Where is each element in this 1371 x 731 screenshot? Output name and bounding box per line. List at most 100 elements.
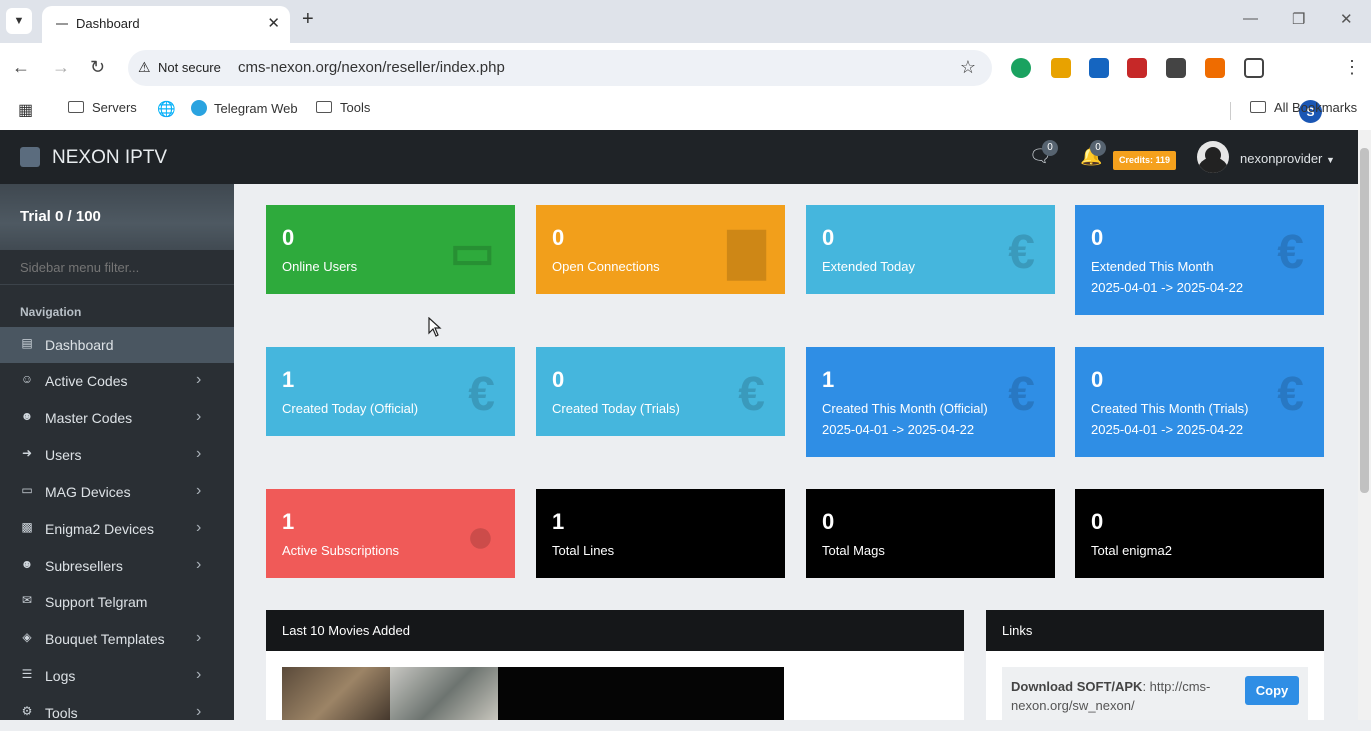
brand-name[interactable]: NEXON IPTV [52, 147, 167, 169]
omnibox[interactable]: ⚠ Not secure cms-nexon.org/nexon/reselle… [128, 50, 992, 86]
movie-poster[interactable] [390, 667, 498, 720]
stat-card-extended-today[interactable]: 0 Extended Today € [806, 205, 1055, 294]
stat-card-total-enigma2[interactable]: 0 Total enigma2 [1075, 489, 1324, 578]
not-secure-label[interactable]: Not secure [158, 60, 221, 75]
user-avatar[interactable] [1197, 141, 1229, 173]
extension-icon[interactable] [1051, 58, 1071, 78]
scrollbar-thumb[interactable] [1360, 148, 1369, 493]
back-icon[interactable]: ← [12, 57, 30, 78]
page-scrollbar[interactable] [1358, 130, 1371, 720]
stat-label-text: Created Today (Trials) [552, 401, 680, 416]
forward-icon[interactable]: → [52, 57, 70, 78]
stat-label-text: Total Mags [822, 543, 885, 558]
sidebar-item-mag-devices[interactable]: ▭ MAG Devices › [0, 474, 234, 510]
mouse-cursor-icon [428, 317, 442, 337]
apps-grid-icon[interactable]: ▦ [18, 100, 33, 120]
sidebar-item-support-telgram[interactable]: ✉ Support Telgram [0, 584, 234, 620]
sidebar-item-tools[interactable]: ⚙ Tools › [0, 695, 234, 731]
navigation-heading: Navigation [20, 305, 82, 319]
reload-icon[interactable]: ↻ [90, 57, 105, 78]
movie-poster[interactable] [282, 667, 390, 720]
sidebar-item-label: Enigma2 Devices [45, 521, 154, 537]
all-bookmarks[interactable]: All Bookmarks [1250, 100, 1357, 115]
stat-value: 1 [822, 367, 835, 392]
telegram-icon [191, 100, 207, 116]
extension-icon[interactable] [1205, 58, 1225, 78]
stat-card-total-lines[interactable]: 1 Total Lines [536, 489, 785, 578]
grammarly-extension-icon[interactable] [1011, 58, 1031, 78]
restore-icon[interactable]: ❐ [1292, 10, 1305, 28]
stat-label: Created Today (Official) [282, 398, 418, 419]
sidebar-item-label: MAG Devices [45, 484, 131, 500]
sidebar-item-enigma2-devices[interactable]: ▩ Enigma2 Devices › [0, 511, 234, 547]
download-label: Download SOFT/APK [1011, 679, 1143, 694]
stat-label: Total enigma2 [1091, 540, 1172, 561]
minimize-icon[interactable]: — [1243, 10, 1258, 27]
puzzle-extensions-icon[interactable] [1244, 58, 1264, 78]
sidebar-item-active-codes[interactable]: ☺ Active Codes › [0, 363, 234, 399]
all-bookmarks-label: All Bookmarks [1274, 100, 1358, 115]
window-close-icon[interactable]: ✕ [1340, 10, 1353, 28]
checkbox-extension-icon[interactable] [1089, 58, 1109, 78]
globe-icon[interactable]: 🌐 [157, 100, 176, 118]
robot-extension-icon[interactable] [1166, 58, 1186, 78]
stat-value: 0 [282, 225, 295, 250]
close-tab-icon[interactable]: ✕ [267, 14, 280, 32]
url-text[interactable]: cms-nexon.org/nexon/reseller/index.php [238, 59, 505, 76]
bookmark-servers[interactable]: Servers [68, 100, 137, 115]
stat-card-created-today-trials[interactable]: 0 Created Today (Trials) € [536, 347, 785, 436]
stat-card-active-subscriptions[interactable]: 1 Active Subscriptions ● [266, 489, 515, 578]
stat-card-created-this-month-trials[interactable]: 0 Created This Month (Trials) 2025-04-01 -… [1075, 347, 1324, 457]
messages-badge: 0 [1042, 140, 1058, 156]
stat-label: Extended Today [822, 256, 915, 277]
trial-counter: Trial 0 / 100 [20, 208, 101, 225]
stat-label: Created This Month (Trials) 2025-04-01 ->… [1091, 398, 1249, 440]
sidebar-item-master-codes[interactable]: ☻ Master Codes › [0, 400, 234, 436]
bookmark-label: Telegram Web [214, 101, 298, 116]
menu-kebab-icon[interactable]: ⋮ [1343, 57, 1361, 78]
folder-icon [68, 101, 84, 113]
stat-value: 0 [1091, 367, 1104, 392]
stat-date-range: 2025-04-01 -> 2025-04-22 [822, 422, 975, 437]
stat-card-extended-this-month[interactable]: 0 Extended This Month 2025-04-01 -> 2025-0… [1075, 205, 1324, 315]
bookmark-star-icon[interactable]: ☆ [960, 57, 976, 78]
bookmark-telegram[interactable]: Telegram Web [191, 100, 298, 116]
copy-button[interactable]: Copy [1245, 676, 1299, 705]
panel-header: Last 10 Movies Added [266, 610, 964, 651]
sidebar-item-subresellers[interactable]: ☻ Subresellers › [0, 548, 234, 584]
stat-value: 0 [1091, 225, 1104, 250]
sidebar-item-users[interactable]: ➜ Users › [0, 437, 234, 473]
sidebar-item-dashboard[interactable]: ▤ Dashboard [0, 327, 234, 363]
stat-label: Total Lines [552, 540, 614, 561]
sidebar-item-label: Dashboard [45, 337, 114, 353]
credits-badge: Credits: 119 [1113, 151, 1177, 170]
tab-dashboard[interactable]: Dashboard ✕ [42, 6, 290, 43]
user-icon: ☺ [20, 372, 34, 386]
extension-icon[interactable] [1127, 58, 1147, 78]
stat-date-range: 2025-04-01 -> 2025-04-22 [1091, 422, 1244, 437]
stat-card-online-users[interactable]: 0 Online Users ▭ [266, 205, 515, 294]
address-bar-row: ← → ↻ ⚠ Not secure cms-nexon.org/nexon/r… [0, 43, 1371, 123]
divider [1230, 102, 1231, 120]
sidebar-item-logs[interactable]: ☰ Logs › [0, 658, 234, 694]
tab-search-button[interactable]: ▼ [6, 8, 32, 34]
bookmark-tools[interactable]: Tools [316, 100, 370, 115]
download-link-text: Download SOFT/APK: http://cms-nexon.org/… [1011, 677, 1226, 715]
sidebar-item-label: Master Codes [45, 410, 133, 426]
sidebar-header: Trial 0 / 100 [0, 184, 234, 250]
sidebar: Trial 0 / 100 Navigation ▤ Dashboard ☺ Acti… [0, 184, 234, 721]
stat-card-created-this-month-official[interactable]: 1 Created This Month (Official) 2025-04-01… [806, 347, 1055, 457]
movie-poster[interactable] [498, 667, 784, 720]
chevron-right-icon: › [196, 519, 202, 536]
stat-card-total-mags[interactable]: 0 Total Mags [806, 489, 1055, 578]
user-menu[interactable]: nexonprovider ▼ [1240, 151, 1335, 166]
stat-value: 0 [552, 225, 565, 250]
stat-card-open-connections[interactable]: 0 Open Connections ▇ [536, 205, 785, 294]
new-tab-button[interactable]: + [302, 8, 314, 31]
sidebar-item-bouquet-templates[interactable]: ◈ Bouquet Templates › [0, 621, 234, 657]
stat-card-created-today-official[interactable]: 1 Created Today (Official) € [266, 347, 515, 436]
sidebar-filter-input[interactable] [20, 260, 220, 275]
stat-date-range: 2025-04-01 -> 2025-04-22 [1091, 280, 1244, 295]
laptop-icon: ▤ [21, 336, 33, 350]
folder-icon [1250, 101, 1266, 113]
